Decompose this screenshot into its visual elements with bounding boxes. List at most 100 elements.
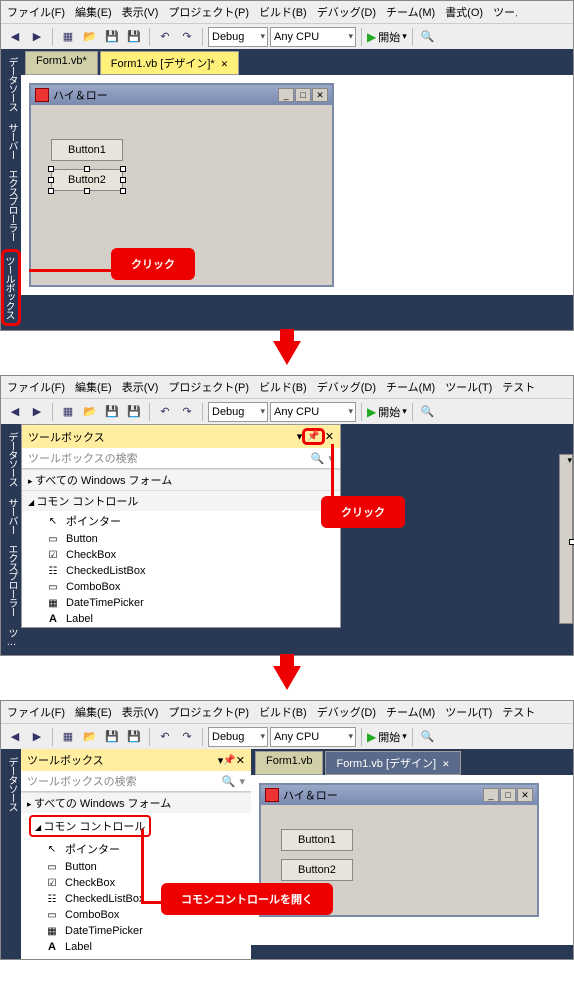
category-common-controls[interactable]: コモン コントロール bbox=[22, 490, 340, 511]
menu-edit[interactable]: 編集(E) bbox=[73, 378, 114, 396]
item-button[interactable]: ▭Button bbox=[21, 859, 251, 875]
find-icon[interactable]: 🔍 bbox=[418, 402, 438, 422]
redo-icon[interactable]: ↷ bbox=[177, 402, 197, 422]
redo-icon[interactable]: ↷ bbox=[177, 727, 197, 747]
close-icon[interactable]: ✕ bbox=[442, 759, 450, 769]
play-icon[interactable]: ▶ bbox=[367, 730, 376, 744]
close-window-icon[interactable]: ✕ bbox=[517, 788, 533, 802]
close-window-icon[interactable]: ✕ bbox=[312, 88, 328, 102]
category-common-controls[interactable]: コモン コントロール bbox=[29, 815, 151, 837]
menu-team[interactable]: チーム(M) bbox=[384, 378, 437, 396]
menu-debug[interactable]: デバッグ(D) bbox=[315, 378, 378, 396]
item-datetimepicker[interactable]: ▦DateTimePicker bbox=[21, 923, 251, 939]
menu-view[interactable]: 表示(V) bbox=[120, 3, 161, 21]
start-button[interactable]: 開始 bbox=[378, 29, 400, 45]
sidetab-datasource[interactable]: データソース bbox=[1, 53, 21, 115]
sidetab-server[interactable]: サーバー エクスプローラー bbox=[1, 494, 21, 620]
tab-code[interactable]: Form1.vb bbox=[255, 751, 323, 775]
menu-build[interactable]: ビルド(B) bbox=[257, 3, 309, 21]
minimize-icon[interactable]: _ bbox=[483, 788, 499, 802]
config-combo[interactable]: Debug bbox=[208, 27, 268, 47]
sidetab-datasource[interactable]: データソース bbox=[1, 753, 21, 815]
menu-tool[interactable]: ツール(T) bbox=[443, 378, 494, 396]
menu-team[interactable]: チーム(M) bbox=[384, 703, 437, 721]
platform-combo[interactable]: Any CPU bbox=[270, 27, 356, 47]
find-icon[interactable]: 🔍 bbox=[418, 27, 438, 47]
save-all-icon[interactable]: 💾 bbox=[124, 402, 144, 422]
item-pointer[interactable]: ↖ポインター bbox=[22, 511, 340, 531]
item-checkedlistbox[interactable]: ☷CheckedListBox bbox=[22, 563, 340, 579]
platform-combo[interactable]: Any CPU bbox=[270, 727, 356, 747]
nav-back-icon[interactable]: ◀ bbox=[5, 27, 25, 47]
sidetab-toolbox[interactable]: ツ… bbox=[1, 624, 21, 651]
menu-view[interactable]: 表示(V) bbox=[120, 378, 161, 396]
platform-combo[interactable]: Any CPU bbox=[270, 402, 356, 422]
play-icon[interactable]: ▶ bbox=[367, 30, 376, 44]
sidetab-toolbox[interactable]: ツールボックス bbox=[1, 249, 21, 326]
new-project-icon[interactable]: ▦ bbox=[58, 402, 78, 422]
search-icon[interactable]: 🔍 bbox=[311, 452, 325, 465]
menu-test[interactable]: テスト bbox=[500, 378, 537, 396]
new-project-icon[interactable]: ▦ bbox=[58, 727, 78, 747]
new-project-icon[interactable]: ▦ bbox=[58, 27, 78, 47]
menu-tool[interactable]: ツール(T) bbox=[443, 703, 494, 721]
button1[interactable]: Button1 bbox=[51, 139, 123, 161]
minimize-icon[interactable]: _ bbox=[278, 88, 294, 102]
menu-file[interactable]: ファイル(F) bbox=[5, 3, 67, 21]
menu-edit[interactable]: 編集(E) bbox=[73, 703, 114, 721]
find-icon[interactable]: 🔍 bbox=[418, 727, 438, 747]
menu-project[interactable]: プロジェクト(P) bbox=[166, 3, 251, 21]
item-pointer[interactable]: ↖ポインター bbox=[21, 839, 251, 859]
nav-fwd-icon[interactable]: ▶ bbox=[27, 27, 47, 47]
pin-icon[interactable]: 📌 bbox=[223, 755, 235, 766]
menu-edit[interactable]: 編集(E) bbox=[73, 3, 114, 21]
toolbox-search[interactable]: ツールボックスの検索 🔍 ▾ bbox=[22, 448, 340, 469]
menu-debug[interactable]: デバッグ(D) bbox=[315, 3, 378, 21]
pin-icon[interactable]: 📌 bbox=[302, 428, 324, 445]
menu-view[interactable]: 表示(V) bbox=[120, 703, 161, 721]
toolbox-close-icon[interactable]: ✕ bbox=[325, 430, 334, 443]
save-icon[interactable]: 💾 bbox=[102, 727, 122, 747]
menu-project[interactable]: プロジェクト(P) bbox=[166, 378, 251, 396]
config-combo[interactable]: Debug bbox=[208, 402, 268, 422]
menu-build[interactable]: ビルド(B) bbox=[257, 378, 309, 396]
toolbox-close-icon[interactable]: ✕ bbox=[236, 754, 245, 767]
search-icon[interactable]: 🔍 bbox=[222, 775, 236, 788]
config-combo[interactable]: Debug bbox=[208, 727, 268, 747]
nav-back-icon[interactable]: ◀ bbox=[5, 727, 25, 747]
item-label[interactable]: ALabel bbox=[21, 939, 251, 955]
nav-fwd-icon[interactable]: ▶ bbox=[27, 727, 47, 747]
tab-design[interactable]: Form1.vb [デザイン]✕ bbox=[325, 751, 460, 775]
menu-test[interactable]: テスト bbox=[500, 703, 537, 721]
tab-code[interactable]: Form1.vb* bbox=[25, 51, 98, 75]
save-all-icon[interactable]: 💾 bbox=[124, 27, 144, 47]
item-button[interactable]: ▭Button bbox=[22, 531, 340, 547]
menu-tool[interactable]: ツール bbox=[491, 3, 517, 21]
maximize-icon[interactable]: □ bbox=[295, 88, 311, 102]
play-icon[interactable]: ▶ bbox=[367, 405, 376, 419]
start-button[interactable]: 開始 bbox=[378, 404, 400, 420]
menu-build[interactable]: ビルド(B) bbox=[257, 703, 309, 721]
menu-team[interactable]: チーム(M) bbox=[384, 3, 437, 21]
save-icon[interactable]: 💾 bbox=[102, 27, 122, 47]
button1[interactable]: Button1 bbox=[281, 829, 353, 851]
item-combobox[interactable]: ▭ComboBox bbox=[22, 579, 340, 595]
open-icon[interactable]: 📂 bbox=[80, 402, 100, 422]
item-checkbox[interactable]: ☑CheckBox bbox=[22, 547, 340, 563]
button2[interactable]: Button2 bbox=[51, 169, 123, 191]
save-all-icon[interactable]: 💾 bbox=[124, 727, 144, 747]
menu-file[interactable]: ファイル(F) bbox=[5, 703, 67, 721]
menu-file[interactable]: ファイル(F) bbox=[5, 378, 67, 396]
undo-icon[interactable]: ↶ bbox=[155, 727, 175, 747]
tab-design[interactable]: Form1.vb [デザイン]*✕ bbox=[100, 51, 239, 75]
category-all-windows[interactable]: すべての Windows フォーム bbox=[21, 792, 251, 813]
save-icon[interactable]: 💾 bbox=[102, 402, 122, 422]
category-all-windows[interactable]: すべての Windows フォーム bbox=[22, 469, 340, 490]
nav-fwd-icon[interactable]: ▶ bbox=[27, 402, 47, 422]
open-icon[interactable]: 📂 bbox=[80, 27, 100, 47]
menu-debug[interactable]: デバッグ(D) bbox=[315, 703, 378, 721]
menu-format[interactable]: 書式(O) bbox=[443, 3, 485, 21]
undo-icon[interactable]: ↶ bbox=[155, 27, 175, 47]
open-icon[interactable]: 📂 bbox=[80, 727, 100, 747]
nav-back-icon[interactable]: ◀ bbox=[5, 402, 25, 422]
